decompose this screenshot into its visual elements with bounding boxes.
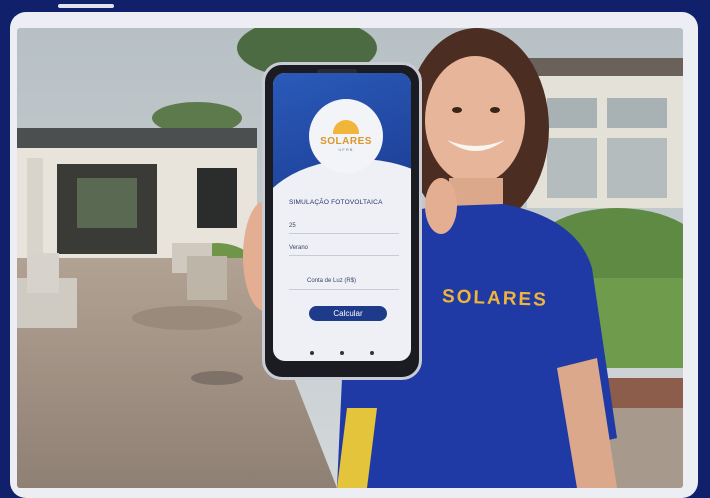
app-logo-subtext: UFRB xyxy=(338,147,354,152)
field-2-value[interactable]: Verano xyxy=(289,245,308,251)
phone-screen: SOLARES UFRB SIMULAÇÃO FOTOVOLTAICA 25 V… xyxy=(273,73,411,361)
calculate-button[interactable]: Calcular xyxy=(309,306,387,321)
smartphone: SOLARES UFRB SIMULAÇÃO FOTOVOLTAICA 25 V… xyxy=(262,62,422,380)
top-decoration xyxy=(58,4,114,8)
app-title: SIMULAÇÃO FOTOVOLTAICA xyxy=(289,199,383,206)
app-logo: SOLARES UFRB xyxy=(309,99,383,173)
nav-back-icon[interactable] xyxy=(310,351,314,355)
field-3-underline xyxy=(289,289,399,290)
field-1-underline xyxy=(289,233,399,234)
app-logo-text: SOLARES xyxy=(320,136,372,147)
field-3-label[interactable]: Conta de Luz (R$) xyxy=(307,278,356,284)
field-1-value[interactable]: 25 xyxy=(289,223,296,229)
shirt-logo-text: SOLARES xyxy=(441,286,549,311)
nav-home-icon[interactable] xyxy=(340,351,344,355)
sun-icon xyxy=(333,120,359,134)
android-nav-bar xyxy=(273,351,411,355)
nav-recent-icon[interactable] xyxy=(370,351,374,355)
field-2-underline xyxy=(289,255,399,256)
